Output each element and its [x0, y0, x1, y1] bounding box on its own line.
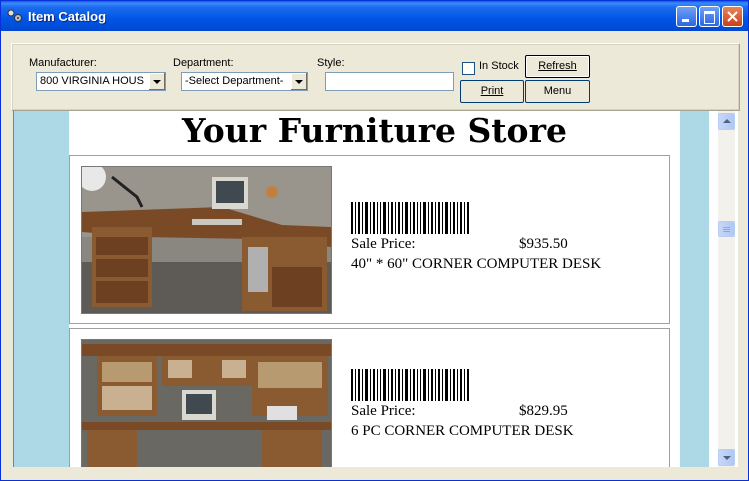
scrollbar-track[interactable] — [718, 111, 735, 467]
style-input[interactable] — [325, 72, 454, 91]
store-name: Your Furniture Store — [182, 111, 567, 150]
window-title: Item Catalog — [28, 9, 107, 24]
print-button[interactable]: Print — [460, 80, 524, 103]
refresh-label: Refresh — [538, 60, 577, 72]
title-bar[interactable]: Item Catalog — [1, 1, 748, 31]
close-button[interactable] — [722, 6, 743, 27]
close-icon — [727, 11, 738, 22]
price-label: Sale Price: — [351, 236, 416, 252]
scroll-down-button[interactable] — [718, 449, 735, 466]
menu-label: Menu — [543, 85, 572, 97]
department-value: -Select Department- — [185, 75, 284, 87]
item-description: 6 PC CORNER COMPUTER DESK — [351, 423, 574, 439]
item-catalog-window: Item Catalog Manufacturer: 800 VIRGINIA … — [0, 0, 749, 481]
sale-price: $829.95 — [519, 403, 568, 419]
product-photo — [81, 339, 332, 467]
chevron-down-icon[interactable] — [290, 73, 307, 90]
price-label: Sale Price: — [351, 403, 416, 419]
in-stock-label[interactable]: In Stock — [479, 60, 519, 72]
in-stock-checkbox[interactable] — [462, 62, 475, 75]
product-photo — [81, 166, 332, 314]
style-label: Style: — [317, 57, 345, 69]
vertical-scrollbar[interactable] — [709, 111, 738, 467]
barcode — [351, 369, 469, 401]
catalog-item: Sale Price: $829.95 6 PC CORNER COMPUTER… — [69, 328, 670, 467]
refresh-button[interactable]: Refresh — [525, 55, 590, 78]
scroll-up-button[interactable] — [718, 113, 735, 130]
chevron-down-icon[interactable] — [148, 73, 165, 90]
item-description: 40" * 60" CORNER COMPUTER DESK — [351, 256, 602, 272]
catalog-page: Your Furniture Store Sale Price: $935.50… — [69, 111, 680, 467]
manufacturer-label: Manufacturer: — [29, 57, 97, 69]
maximize-button[interactable] — [699, 6, 720, 27]
manufacturer-dropdown[interactable]: 800 VIRGINIA HOUS — [36, 72, 166, 91]
minimize-button[interactable] — [676, 6, 697, 27]
filter-toolbar: Manufacturer: 800 VIRGINIA HOUS Departme… — [11, 43, 740, 111]
catalog-item: Sale Price: $935.50 40" * 60" CORNER COM… — [69, 155, 670, 324]
department-label: Department: — [173, 57, 234, 69]
department-dropdown[interactable]: -Select Department- — [181, 72, 308, 91]
scrollbar-thumb[interactable] — [718, 221, 735, 237]
app-icon — [7, 9, 22, 22]
barcode — [351, 202, 469, 234]
sale-price: $935.50 — [519, 236, 568, 252]
manufacturer-value: 800 VIRGINIA HOUS — [40, 75, 144, 87]
catalog-view[interactable]: Your Furniture Store Sale Price: $935.50… — [13, 111, 710, 467]
print-label: Print — [480, 85, 504, 97]
menu-button[interactable]: Menu — [525, 80, 590, 103]
